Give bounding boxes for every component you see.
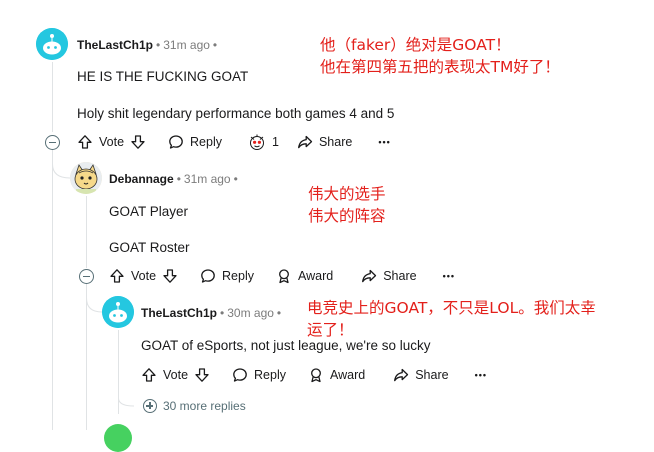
avatar[interactable] [104, 424, 132, 452]
reply-label: Reply [222, 269, 254, 283]
annotation-1: 他（faker）绝对是GOAT！ 他在第四第五把的表现太TM好了！ [320, 34, 560, 78]
award-count: 1 [272, 135, 279, 149]
plus-circle-icon [143, 399, 157, 413]
comment-actions: Vote Reply 1 Share ••• [77, 132, 391, 152]
vote-label: Vote [163, 368, 189, 382]
thread-line-level1-lower [52, 152, 53, 430]
snoo-avatar-icon [36, 28, 68, 60]
timestamp[interactable]: 30m ago [227, 306, 274, 320]
annotation-3: 电竞史上的GOAT，不只是LOL。我们太幸 运了！ [307, 297, 596, 341]
comment-line: GOAT Player [109, 204, 189, 219]
comment-meta: Debannage • 31m ago • [109, 171, 241, 187]
annotation-line: 他在第四第五把的表现太TM好了！ [320, 58, 560, 76]
vote-group: Vote [77, 134, 146, 150]
share-icon [298, 135, 313, 149]
timestamp[interactable]: 31m ago [163, 38, 210, 52]
comment-actions: Vote Reply Award Share ••• [141, 365, 487, 385]
share-button[interactable]: Share [361, 268, 417, 284]
annotation-line: 伟大的选手 [308, 185, 386, 203]
thread-branch-3 [118, 392, 135, 407]
award-button[interactable]: 1 [248, 133, 279, 151]
separator-dot: • [212, 38, 218, 52]
separator-dot: • [176, 172, 181, 186]
comment-meta: TheLastCh1p • 30m ago • [141, 305, 284, 321]
reply-icon [201, 269, 215, 283]
share-label: Share [318, 135, 353, 149]
avatar[interactable] [70, 162, 102, 194]
reply-button[interactable]: Reply [232, 367, 286, 383]
reply-label: Reply [190, 135, 222, 149]
separator-dot: • [233, 172, 238, 186]
share-label: Share [383, 269, 417, 283]
downvote-icon[interactable] [162, 268, 178, 284]
thread-line-level2 [86, 196, 87, 268]
avatar[interactable] [102, 296, 134, 328]
annotation-2: 伟大的选手 伟大的阵容 [308, 183, 386, 227]
more-options-button[interactable]: ••• [378, 137, 390, 147]
timestamp[interactable]: 31m ago [184, 172, 231, 186]
more-replies-label: 30 more replies [163, 399, 246, 413]
downvote-icon[interactable] [130, 134, 146, 150]
award-icon [279, 269, 289, 284]
upvote-icon[interactable] [77, 134, 93, 150]
award-label: Award [298, 269, 334, 283]
annotation-line: 电竞史上的GOAT，不只是LOL。我们太幸 [307, 299, 596, 317]
separator-dot: • [156, 38, 161, 52]
share-icon [394, 368, 409, 382]
reply-button[interactable]: Reply [200, 268, 254, 284]
more-options-button[interactable]: ••• [475, 370, 487, 380]
reply-button[interactable]: Reply [168, 134, 222, 150]
vote-label: Vote [99, 135, 125, 149]
vote-label: Vote [131, 269, 157, 283]
annotation-line: 运了！ [307, 321, 354, 339]
comment-line: HE IS THE FUCKING GOAT [77, 69, 249, 84]
separator-dot: • [220, 306, 225, 320]
award-icon [250, 134, 264, 150]
award-button[interactable]: Award [308, 367, 365, 383]
username[interactable]: TheLastCh1p [141, 306, 217, 320]
share-button[interactable]: Share [297, 134, 352, 150]
reply-icon [169, 135, 183, 149]
vote-group: Vote [141, 367, 210, 383]
annotation-line: 他（faker）绝对是GOAT！ [320, 36, 511, 54]
share-label: Share [415, 368, 449, 382]
comment-line: GOAT Roster [109, 240, 190, 255]
share-button[interactable]: Share [393, 367, 449, 383]
downvote-icon[interactable] [194, 367, 210, 383]
award-icon [311, 368, 321, 383]
reply-icon [233, 368, 247, 382]
award-label: Award [330, 368, 366, 382]
username[interactable]: Debannage [109, 172, 174, 186]
collapse-thread-button[interactable] [45, 135, 60, 150]
annotation-line: 伟大的阵容 [308, 207, 386, 225]
comment-meta: TheLastCh1p • 31m ago • [77, 37, 220, 53]
comment-line: Holy shit legendary performance both gam… [77, 106, 395, 121]
cat-avatar-icon [70, 162, 102, 194]
collapse-thread-button[interactable] [79, 269, 94, 284]
more-replies-link[interactable]: 30 more replies [143, 399, 246, 413]
share-icon [362, 269, 377, 283]
reply-label: Reply [254, 368, 286, 382]
thread-line-level1 [52, 62, 53, 132]
upvote-icon[interactable] [109, 268, 125, 284]
separator-dot: • [276, 306, 282, 320]
more-options-button[interactable]: ••• [443, 271, 455, 281]
avatar[interactable] [36, 28, 68, 60]
comment-actions: Vote Reply Award Share ••• [109, 266, 455, 286]
upvote-icon[interactable] [141, 367, 157, 383]
vote-group: Vote [109, 268, 178, 284]
award-button[interactable]: Award [276, 268, 333, 284]
snoo-avatar-icon [102, 296, 134, 328]
username[interactable]: TheLastCh1p [77, 38, 153, 52]
